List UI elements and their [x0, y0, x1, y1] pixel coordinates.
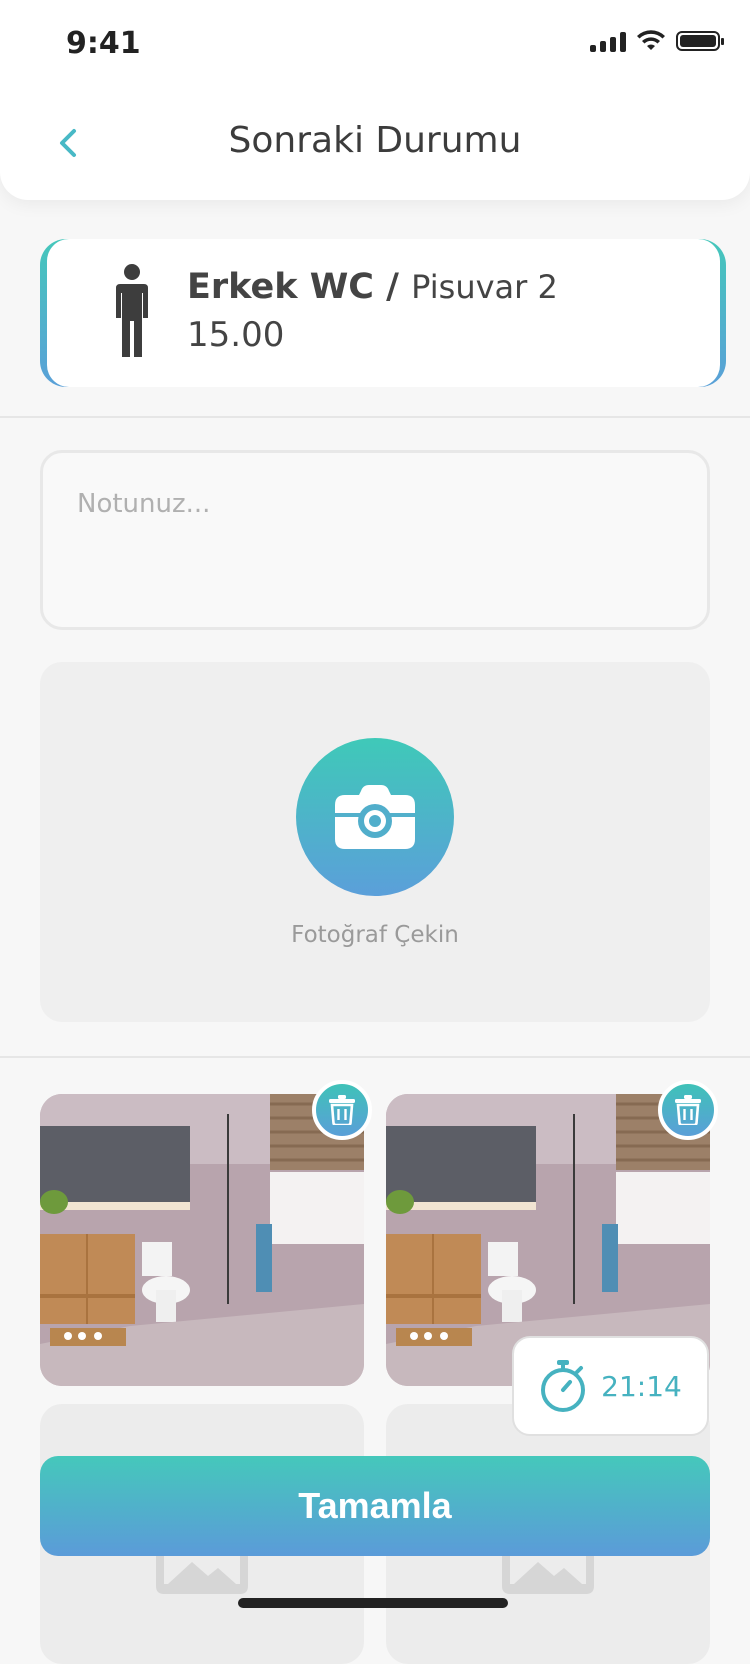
photo-thumbnail[interactable]	[40, 1094, 364, 1386]
divider	[0, 1056, 750, 1058]
trash-icon	[329, 1095, 355, 1125]
status-time: 9:41	[66, 26, 141, 61]
take-photo-label: Fotoğraf Çekin	[291, 922, 459, 948]
man-icon	[116, 264, 148, 357]
timer-value: 21:14	[601, 1369, 682, 1403]
home-indicator	[238, 1598, 508, 1608]
status-icons	[590, 30, 724, 52]
location-card: Erkek WC / Pisuvar 2 15.00	[40, 239, 726, 387]
photo-capture-area[interactable]: Fotoğraf Çekin	[40, 662, 710, 1022]
location-separator: /	[374, 267, 412, 307]
take-photo-button[interactable]	[296, 738, 454, 896]
trash-icon	[675, 1095, 701, 1125]
image-placeholder-icon	[156, 1554, 248, 1594]
area-name: Erkek WC	[187, 267, 374, 307]
scheduled-time: 15.00	[187, 315, 285, 355]
note-placeholder: Notunuz...	[77, 489, 211, 519]
complete-button[interactable]: Tamamla	[40, 1456, 710, 1556]
top-bar: 9:41 Sonraki Durumu	[0, 0, 750, 200]
camera-icon	[335, 785, 415, 849]
stopwatch-icon	[541, 1360, 586, 1412]
unit-name: Pisuvar 2	[411, 268, 558, 306]
note-input[interactable]: Notunuz...	[40, 450, 710, 630]
divider	[0, 416, 750, 418]
wifi-icon	[637, 30, 665, 50]
delete-photo-button[interactable]	[658, 1080, 718, 1140]
complete-button-label: Tamamla	[298, 1485, 452, 1526]
delete-photo-button[interactable]	[312, 1080, 372, 1140]
battery-icon	[676, 31, 724, 51]
image-placeholder-icon	[502, 1554, 594, 1594]
timer-badge: 21:14	[512, 1336, 709, 1436]
bathroom-photo	[40, 1094, 364, 1386]
location-title: Erkek WC / Pisuvar 2	[187, 267, 558, 307]
page-title: Sonraki Durumu	[228, 120, 522, 161]
signal-icon	[590, 30, 626, 52]
